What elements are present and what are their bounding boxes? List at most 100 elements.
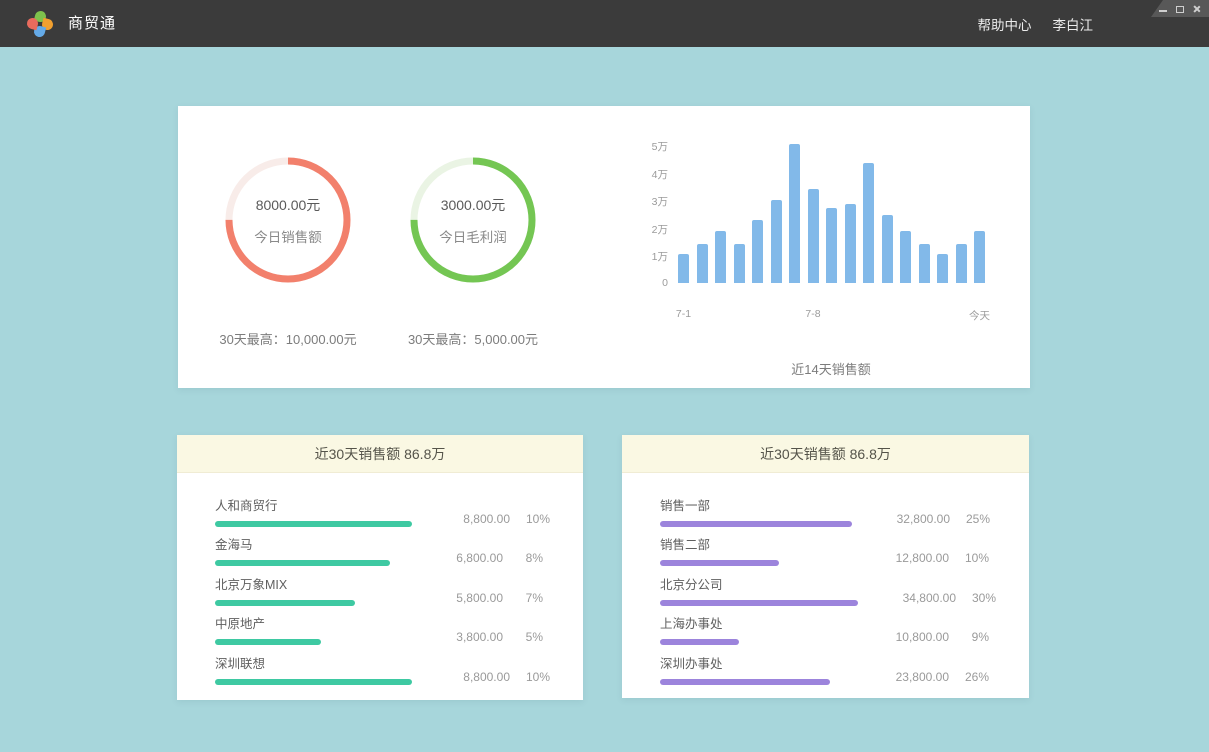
y-axis-label: 1万	[628, 249, 668, 264]
today-profit-gauge: 3000.00元 今日毛利润 30天最高：5,000.00元	[378, 106, 568, 388]
list-item-main: 深圳办事处	[660, 653, 861, 685]
list-item-value: 5,800.00 7%	[415, 591, 543, 606]
titlebar: 商贸通 帮助中心 李白江	[0, 0, 1209, 47]
list-item-percent: 10%	[961, 551, 989, 565]
help-center-link[interactable]: 帮助中心	[978, 14, 1032, 34]
list-item-label: 中原地产	[215, 613, 405, 632]
list-item-amount: 6,800.00	[456, 551, 503, 565]
list-item-percent: 7%	[515, 591, 543, 605]
list-item-main: 北京分公司	[660, 574, 868, 606]
chart-bar	[845, 204, 856, 283]
today-sales-label: 今日销售额	[254, 226, 322, 246]
list-item-percent: 26%	[961, 670, 989, 684]
chart-bar	[826, 208, 837, 283]
list-item-percent: 8%	[515, 551, 543, 565]
list-item-percent: 9%	[961, 630, 989, 644]
x-axis-label: 今天	[969, 308, 990, 323]
chart-bar	[937, 254, 948, 283]
list-item-label: 深圳办事处	[660, 653, 851, 672]
customer-panel-list: 人和商贸行 8,800.00 10% 金海马 6,800.00 8% 北京万象M…	[177, 473, 583, 685]
maximize-icon	[1176, 6, 1184, 13]
list-item-bar	[215, 600, 355, 606]
list-item: 上海办事处 10,800.00 9%	[660, 606, 989, 646]
chart-bars	[678, 144, 985, 283]
list-item-label: 北京万象MIX	[215, 574, 405, 593]
x-axis-label: 7-1	[676, 308, 691, 320]
y-axis-label: 0	[628, 277, 668, 289]
app-title: 商贸通	[68, 0, 116, 47]
list-item-main: 上海办事处	[660, 613, 861, 645]
chart-bar	[974, 231, 985, 283]
chart-bar	[752, 220, 763, 283]
chart-plot-area: 5万4万3万2万1万07-17-8今天	[678, 145, 985, 283]
list-item: 北京万象MIX 5,800.00 7%	[215, 566, 543, 606]
list-item: 销售一部 32,800.00 25%	[660, 487, 989, 527]
sales-14day-chart: 5万4万3万2万1万07-17-8今天 近14天销售额	[623, 136, 1018, 388]
list-item: 北京分公司 34,800.00 30%	[660, 566, 989, 606]
department-panel-list: 销售一部 32,800.00 25% 销售二部 12,800.00 10% 北京…	[622, 473, 1029, 685]
y-axis-label: 3万	[628, 194, 668, 209]
list-item-bar	[660, 600, 858, 606]
list-item-label: 销售一部	[660, 495, 852, 514]
list-item-percent: 30%	[968, 591, 996, 605]
list-item-amount: 34,800.00	[903, 591, 956, 605]
window-controls	[1151, 0, 1209, 17]
list-item-label: 金海马	[215, 534, 405, 553]
list-item-value: 34,800.00 30%	[868, 591, 996, 606]
list-item: 人和商贸行 8,800.00 10%	[215, 487, 543, 527]
chart-bar	[956, 244, 967, 283]
list-item-bar	[215, 639, 321, 645]
chart-bar	[808, 189, 819, 283]
list-item-label: 上海办事处	[660, 613, 851, 632]
list-item-value: 23,800.00 26%	[861, 670, 989, 685]
list-item: 中原地产 3,800.00 5%	[215, 606, 543, 646]
titlebar-menu: 帮助中心 李白江	[978, 0, 1094, 47]
today-sales-gauge: 8000.00元 今日销售额 30天最高：10,000.00元	[193, 106, 383, 388]
app-logo-icon	[27, 11, 53, 37]
list-item-amount: 12,800.00	[896, 551, 949, 565]
today-profit-value: 3000.00元	[441, 195, 506, 215]
customer-sales-panel: 近30天销售额 86.8万 人和商贸行 8,800.00 10% 金海马 6,8…	[177, 435, 583, 700]
chart-bar	[789, 144, 800, 283]
list-item-label: 人和商贸行	[215, 495, 412, 514]
maximize-button[interactable]	[1175, 4, 1185, 14]
list-item-amount: 5,800.00	[456, 591, 503, 605]
list-item-amount: 32,800.00	[897, 512, 950, 526]
list-item-main: 销售一部	[660, 495, 862, 527]
x-axis-label: 7-8	[805, 308, 820, 320]
list-item-label: 深圳联想	[215, 653, 412, 672]
chart-bar	[900, 231, 911, 283]
list-item-amount: 3,800.00	[456, 630, 503, 644]
summary-card: 8000.00元 今日销售额 30天最高：10,000.00元 3000.00元…	[178, 106, 1030, 388]
list-item: 金海马 6,800.00 8%	[215, 527, 543, 567]
list-item-main: 金海马	[215, 534, 415, 566]
list-item-value: 12,800.00 10%	[861, 551, 989, 566]
list-item-value: 32,800.00 25%	[862, 512, 990, 527]
customer-panel-title: 近30天销售额 86.8万	[177, 435, 583, 473]
list-item: 销售二部 12,800.00 10%	[660, 527, 989, 567]
list-item-amount: 8,800.00	[463, 670, 510, 684]
department-panel-title: 近30天销售额 86.8万	[622, 435, 1029, 473]
list-item-bar	[215, 679, 412, 685]
y-axis-label: 4万	[628, 167, 668, 182]
sales-30day-max: 30天最高：10,000.00元	[193, 329, 383, 348]
list-item-main: 北京万象MIX	[215, 574, 415, 606]
username-menu[interactable]: 李白江	[1053, 14, 1094, 34]
list-item-main: 深圳联想	[215, 653, 422, 685]
chart-bar	[863, 163, 874, 283]
y-axis-label: 5万	[628, 139, 668, 154]
list-item-bar	[660, 679, 830, 685]
minimize-icon	[1159, 10, 1167, 12]
list-item-value: 3,800.00 5%	[415, 630, 543, 645]
list-item-value: 8,800.00 10%	[422, 512, 550, 527]
list-item-main: 销售二部	[660, 534, 861, 566]
list-item-amount: 8,800.00	[463, 512, 510, 526]
close-button[interactable]	[1192, 4, 1202, 14]
list-item-main: 中原地产	[215, 613, 415, 645]
list-item-value: 8,800.00 10%	[422, 670, 550, 685]
list-item-percent: 5%	[515, 630, 543, 644]
list-item-percent: 10%	[522, 512, 550, 526]
minimize-button[interactable]	[1158, 4, 1168, 14]
list-item-label: 北京分公司	[660, 574, 858, 593]
list-item-percent: 10%	[522, 670, 550, 684]
